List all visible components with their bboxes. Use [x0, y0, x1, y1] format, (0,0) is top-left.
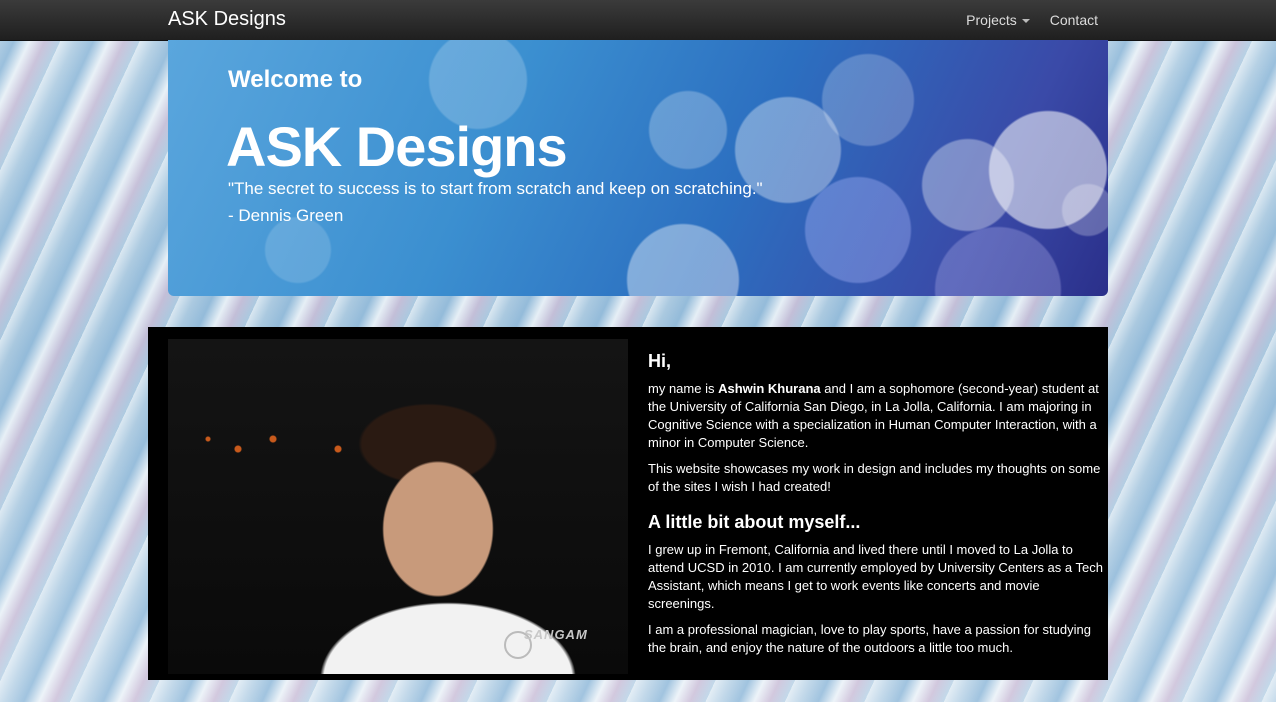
photo-watermark: SANGAM — [524, 627, 588, 642]
nav-projects-dropdown[interactable]: Projects — [966, 12, 1030, 28]
greeting-heading: Hi, — [648, 351, 672, 371]
brand-link[interactable]: ASK Designs — [168, 8, 286, 31]
hero-welcome: Welcome to — [228, 66, 363, 93]
hero-title: ASK Designs — [226, 115, 568, 178]
nav-links: Projects Contact — [966, 12, 1098, 28]
profile-text: Hi, my name is Ashwin Khurana and I am a… — [648, 351, 1108, 665]
profile-section: SANGAM Hi, my name is Ashwin Khurana and… — [148, 327, 1108, 680]
hero-quote: "The secret to success is to start from … — [228, 179, 763, 198]
hero-quote-author: - Dennis Green — [228, 206, 344, 225]
about-paragraph-1: I grew up in Fremont, California and liv… — [648, 542, 1103, 611]
profile-photo: SANGAM — [168, 339, 628, 674]
nav-projects-label: Projects — [966, 12, 1017, 28]
showcase-paragraph: This website showcases my work in design… — [648, 461, 1101, 494]
nav-contact-label: Contact — [1049, 12, 1098, 28]
author-name: Ashwin Khurana — [718, 381, 821, 396]
chevron-down-icon — [1021, 19, 1030, 23]
about-paragraph-2: I am a professional magician, love to pl… — [648, 622, 1091, 655]
intro-paragraph: my name is Ashwin Khurana and I am a sop… — [648, 380, 1108, 452]
nav-contact-link[interactable]: Contact — [1050, 12, 1098, 28]
top-navbar: ASK Designs Projects Contact — [0, 0, 1276, 41]
about-heading: A little bit about myself... — [648, 512, 861, 532]
hero-banner: Welcome to ASK Designs "The secret to su… — [168, 40, 1108, 296]
intro-prefix: my name is — [648, 381, 719, 396]
